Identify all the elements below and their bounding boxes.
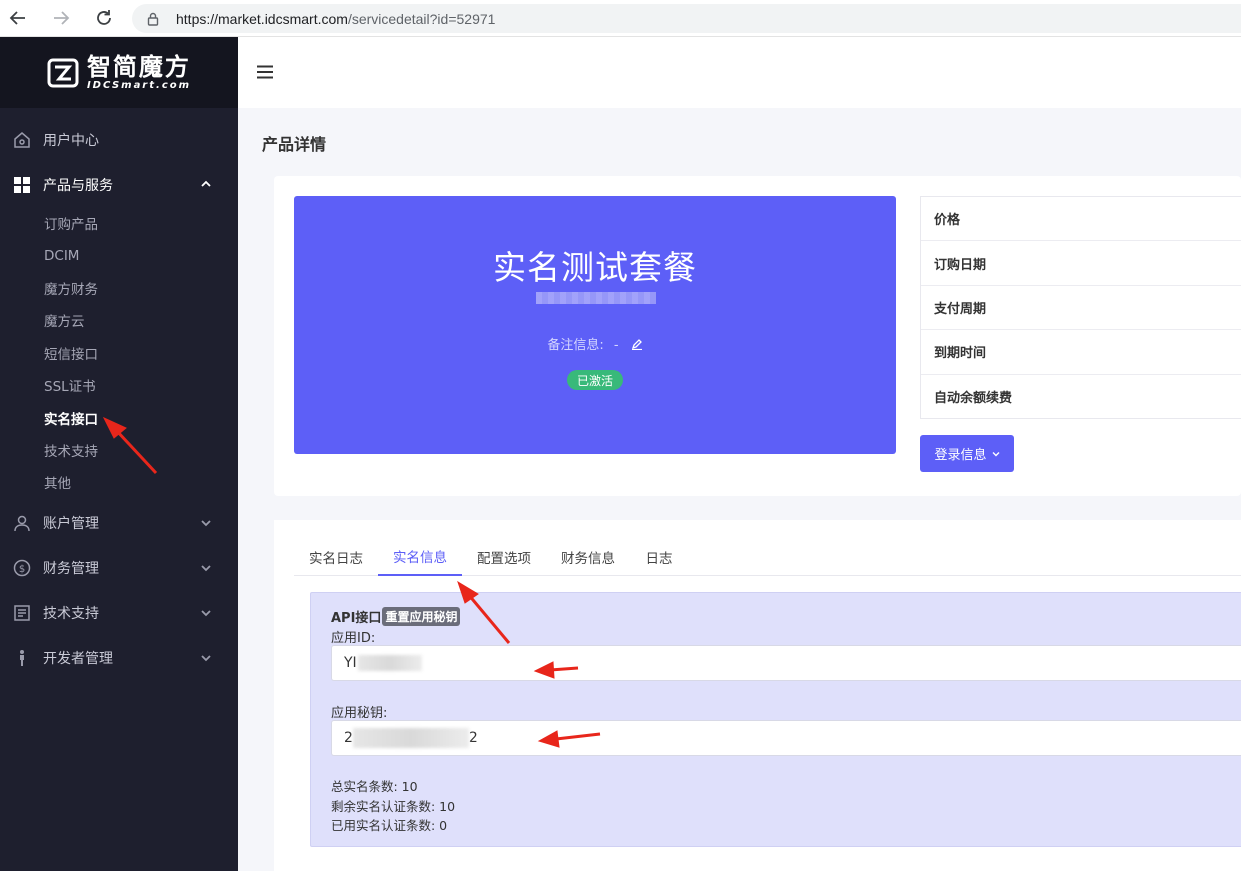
sidebar-subitem-ssl[interactable]: SSL证书 (0, 369, 238, 401)
info-row-price: 价格 (921, 197, 1241, 242)
stat-remaining: 剩余实名认证条数: 10 (331, 798, 456, 814)
info-row-billing-cycle: 支付周期 (921, 286, 1241, 331)
api-title-row: API接口 重置应用秘钥 (331, 607, 461, 626)
api-stats: 总实名条数: 10 剩余实名认证条数: 10 已用实名认证条数: 0 (331, 777, 455, 836)
api-title: API接口 (331, 611, 382, 626)
sidebar-item-label: 财务管理 (43, 561, 99, 578)
detail-tabs: 实名日志 实名信息 配置选项 财务信息 日志 (294, 538, 1241, 576)
sidebar-item-user-center[interactable]: 用户中心 (0, 117, 238, 162)
logo-mark-icon (47, 58, 79, 87)
brand-name-en: IDCSmart.com (86, 79, 192, 91)
url-text: https://market.idcsmart.com/servicedetai… (176, 11, 495, 27)
chevron-down-icon (201, 654, 211, 661)
user-icon (13, 514, 31, 532)
app-id-field[interactable]: YI (331, 645, 1241, 681)
chevron-down-icon (992, 451, 999, 456)
dollar-icon: $ (13, 559, 31, 577)
home-icon (13, 131, 31, 149)
sidebar-item-account[interactable]: 账户管理 (0, 501, 238, 546)
url-path: /servicedetail?id=52971 (347, 10, 496, 27)
api-panel: API接口 重置应用秘钥 应用ID: YI 应用秘钥: 2 2 总实名条数: 1… (310, 592, 1241, 847)
top-header (238, 37, 1241, 108)
remark-label: 备注信息: (547, 338, 604, 353)
sidebar-subitem-other[interactable]: 其他 (0, 466, 238, 498)
tab-config-options[interactable]: 配置选项 (462, 538, 546, 576)
status-badge: 已激活 (567, 370, 623, 390)
arrow-left-icon (9, 11, 25, 25)
sidebar-item-label: 账户管理 (43, 516, 99, 533)
info-row-order-date: 订购日期 (921, 241, 1241, 286)
tab-realname-info[interactable]: 实名信息 (378, 538, 462, 576)
reload-icon (97, 10, 111, 25)
sidebar-item-label: 用户中心 (43, 132, 99, 149)
sidebar-item-finance[interactable]: $ 财务管理 (0, 546, 238, 591)
info-row-expire-date: 到期时间 (921, 330, 1241, 375)
sidebar-item-developer[interactable]: 开发者管理 (0, 636, 238, 681)
brand-logo[interactable]: 智简魔方 IDCSmart.com (0, 37, 238, 108)
remark-line: 备注信息: - (294, 334, 896, 353)
tab-finance-info[interactable]: 财务信息 (546, 538, 630, 576)
sidebar-subitem-order-product[interactable]: 订购产品 (0, 207, 238, 239)
reload-button[interactable] (89, 3, 119, 33)
app-secret-redacted (352, 728, 469, 748)
sidebar: 智简魔方 IDCSmart.com 用户中心 产品与服务 订购产品 DCIM 魔… (0, 37, 238, 871)
app-secret-field[interactable]: 2 2 (331, 720, 1241, 756)
info-row-auto-renew: 自动余额续费 (934, 391, 1013, 407)
tab-realname-log[interactable]: 实名日志 (294, 538, 378, 576)
browser-toolbar: https://market.idcsmart.com/servicedetai… (0, 0, 1241, 37)
app-secret-label: 应用秘钥: (331, 706, 388, 721)
product-domain-redacted (536, 292, 656, 304)
grid-icon (13, 176, 31, 194)
chevron-down-icon (201, 564, 211, 571)
hamburger-menu-icon[interactable] (257, 65, 273, 79)
svg-text:$: $ (19, 564, 25, 575)
stat-total: 总实名条数: 10 (331, 779, 418, 794)
chevron-down-icon (201, 609, 211, 616)
product-name: 实名测试套餐 (493, 248, 697, 287)
sidebar-menu: 用户中心 产品与服务 订购产品 DCIM 魔方财务 魔方云 短信接口 SSL证书… (0, 108, 238, 681)
lock-icon (147, 12, 159, 26)
chevron-down-icon (201, 519, 211, 526)
sidebar-subitem-finance[interactable]: 魔方财务 (0, 272, 238, 304)
brand-name-cn: 智简魔方 (86, 52, 191, 81)
arrow-right-icon (54, 11, 70, 25)
login-info-button[interactable]: 登录信息 (920, 435, 1014, 472)
sidebar-item-label: 产品与服务 (43, 177, 113, 194)
page-title: 产品详情 (262, 135, 327, 154)
stat-used: 已用实名认证条数: 0 (331, 818, 448, 833)
product-info-table: 价格 订购日期 支付周期 到期时间 自动余额续费 (920, 196, 1241, 419)
login-info-label: 登录信息 (934, 448, 987, 463)
product-hero: 实名测试套餐 备注信息: - 已激活 (294, 196, 896, 454)
edit-icon[interactable] (631, 338, 643, 350)
sidebar-item-label: 开发者管理 (43, 651, 113, 668)
ticket-icon (13, 604, 31, 622)
app-id-value: YI (344, 655, 357, 671)
remark-value: - (613, 338, 619, 353)
app-id-label: 应用ID: (331, 631, 376, 646)
products-submenu: 订购产品 DCIM 魔方财务 魔方云 短信接口 SSL证书 实名接口 技术支持 … (0, 207, 238, 501)
app-id-redacted (357, 655, 422, 671)
sidebar-subitem-dcim[interactable]: DCIM (0, 239, 238, 271)
sidebar-subitem-tech-support[interactable]: 技术支持 (0, 434, 238, 466)
sidebar-subitem-sms[interactable]: 短信接口 (0, 337, 238, 369)
app-secret-value-start: 2 (344, 730, 353, 746)
sidebar-item-label: 技术支持 (43, 606, 99, 623)
url-host: https://market.idcsmart.com (176, 10, 348, 27)
sidebar-subitem-cloud[interactable]: 魔方云 (0, 304, 238, 336)
sidebar-subitem-realname-api[interactable]: 实名接口 (0, 401, 238, 433)
app-secret-value-end: 2 (468, 730, 478, 746)
forward-button[interactable] (46, 3, 76, 33)
sidebar-item-products[interactable]: 产品与服务 (0, 162, 238, 207)
back-button[interactable] (3, 3, 33, 33)
reset-secret-button[interactable]: 重置应用秘钥 (382, 607, 461, 626)
sidebar-item-tech-support[interactable]: 技术支持 (0, 591, 238, 636)
address-bar[interactable]: https://market.idcsmart.com/servicedetai… (132, 4, 1241, 33)
chevron-up-icon (201, 180, 211, 187)
tab-log[interactable]: 日志 (630, 538, 688, 576)
developer-icon (13, 649, 31, 667)
